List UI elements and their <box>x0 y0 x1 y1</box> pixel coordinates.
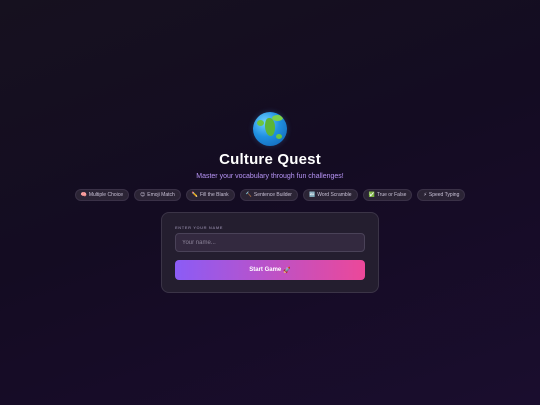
mode-chip-multiple-choice: 🧠 Multiple Choice <box>74 189 130 201</box>
start-game-button[interactable]: Start Game 🚀 <box>175 260 365 280</box>
mode-chip-word-scramble: 🔤 Word Scramble <box>302 189 358 201</box>
app-subtitle: Master your vocabulary through fun chall… <box>196 173 344 180</box>
mode-chip-label: Speed Typing <box>428 192 460 198</box>
rocket-icon: 🚀 <box>283 267 291 274</box>
mode-chip-emoji-match: 😊 Emoji Match <box>134 189 181 201</box>
name-entry-card: Enter your name Start Game 🚀 <box>161 212 379 293</box>
mode-chip-fill-the-blank: ✏️ Fill the Blank <box>185 189 235 201</box>
game-mode-list: 🧠 Multiple Choice 😊 Emoji Match ✏️ Fill … <box>74 189 466 201</box>
mode-chip-sentence-builder: 🔨 Sentence Builder <box>239 189 298 201</box>
letters-icon: 🔤 <box>308 192 316 198</box>
brain-icon: 🧠 <box>80 192 87 198</box>
start-game-label: Start Game <box>249 267 282 273</box>
mode-chip-label: Multiple Choice <box>88 192 124 198</box>
mode-chip-label: Word Scramble <box>317 192 352 198</box>
name-input[interactable] <box>175 233 365 252</box>
check-icon: ✅ <box>368 192 375 198</box>
globe-africa-icon <box>253 112 287 146</box>
mode-chip-label: True or False <box>376 192 407 198</box>
mode-chip-label: Emoji Match <box>147 192 175 198</box>
lightning-icon: ⚡ <box>423 192 427 198</box>
pencil-icon: ✏️ <box>191 192 199 198</box>
name-field-label: Enter your name <box>175 225 224 230</box>
mode-chip-speed-typing: ⚡ Speed Typing <box>417 189 466 201</box>
smile-icon: 😊 <box>140 192 146 198</box>
mode-chip-true-or-false: ✅ True or False <box>362 189 413 201</box>
app-title: Culture Quest <box>219 151 321 168</box>
mode-chip-label: Fill the Blank <box>200 192 229 198</box>
hammer-icon: 🔨 <box>245 192 252 198</box>
start-screen: Culture Quest Master your vocabulary thr… <box>0 112 540 293</box>
mode-chip-label: Sentence Builder <box>253 192 292 198</box>
